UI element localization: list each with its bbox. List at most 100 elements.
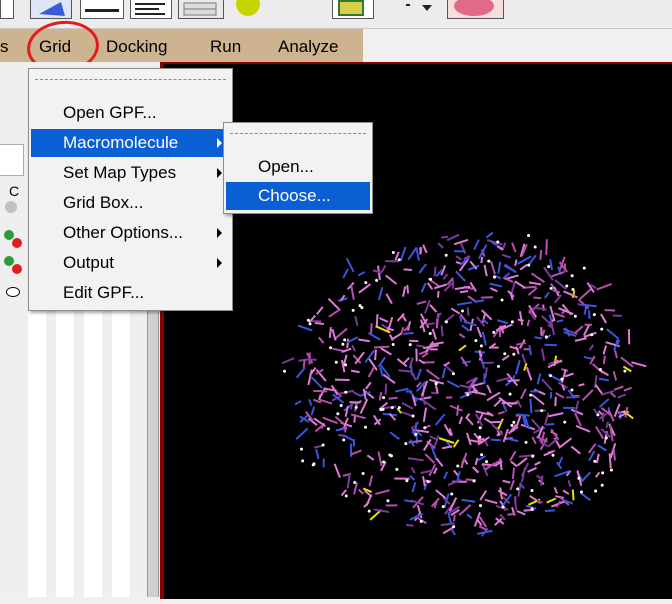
bond-line [417, 432, 422, 436]
hydrogen-atom [364, 281, 367, 284]
bond-line [330, 327, 331, 338]
panel-scrollbar[interactable] [147, 290, 159, 597]
bond-line [533, 297, 541, 298]
bond-line [296, 428, 308, 439]
bond-line [596, 427, 603, 439]
toolbar-button[interactable] [230, 0, 270, 18]
bond-line [521, 389, 526, 399]
visibility-dot-icon[interactable] [12, 238, 22, 248]
menu-item-other-options[interactable]: Other Options... [31, 219, 230, 247]
bond-line [565, 374, 573, 377]
hydrogen-atom [368, 510, 371, 513]
bond-line [455, 287, 470, 289]
bond-line [336, 329, 348, 339]
hydrogen-atom [601, 484, 604, 487]
menu-item-docking[interactable]: Docking [106, 37, 167, 57]
hydrogen-atom [322, 444, 325, 447]
bond-line [480, 351, 481, 357]
hydrogen-atom [593, 313, 596, 316]
bond-line [597, 454, 599, 463]
hydrogen-atom [485, 460, 488, 463]
menu-item-tools[interactable]: s [0, 37, 9, 57]
bond-line [520, 311, 522, 325]
bond-line [485, 500, 497, 503]
macromolecule-submenu: Open... Choose... [223, 122, 373, 214]
menu-tearoff[interactable] [230, 133, 366, 134]
bond-line [459, 345, 466, 350]
hydrogen-atom [405, 479, 408, 482]
bond-line [412, 482, 415, 492]
menu-item-open-gpf[interactable]: Open GPF... [31, 99, 230, 127]
bond-line [498, 491, 507, 496]
menu-item-set-map-types[interactable]: Set Map Types [31, 159, 230, 187]
bond-line [584, 325, 589, 335]
empty-oval-icon[interactable] [6, 287, 20, 297]
bond-line [416, 345, 424, 346]
bond-line [364, 502, 369, 508]
menu-item-grid-box[interactable]: Grid Box... [31, 189, 230, 217]
menu-item-run[interactable]: Run [210, 37, 241, 57]
bond-line [315, 426, 321, 432]
submenu-arrow-icon [217, 138, 222, 148]
hydrogen-atom [312, 463, 315, 466]
hydrogen-atom [478, 435, 481, 438]
hydrogen-atom [382, 408, 385, 411]
toolbar-button[interactable] [332, 0, 374, 19]
menu-item-open[interactable]: Open... [226, 153, 370, 181]
bond-line [529, 345, 530, 355]
hydrogen-atom [527, 234, 530, 237]
color-by-icon[interactable] [5, 201, 17, 213]
menu-item-analyze[interactable]: Analyze [278, 37, 338, 57]
hydrogen-atom [327, 427, 330, 430]
hydrogen-atom [301, 459, 304, 462]
bond-line [417, 369, 421, 380]
menu-item-output[interactable]: Output [31, 249, 230, 277]
bond-line [386, 294, 392, 304]
hydrogen-atom [512, 353, 515, 356]
bond-line [373, 509, 389, 512]
bond-line [507, 514, 514, 515]
bond-line [434, 267, 435, 277]
menu-item-choose[interactable]: Choose... [226, 182, 370, 210]
hydrogen-atom [580, 490, 583, 493]
bond-line [383, 406, 396, 408]
menu-item-macromolecule[interactable]: Macromolecule [31, 129, 230, 157]
bond-line [456, 256, 461, 260]
menu-tearoff[interactable] [35, 79, 226, 80]
bond-line [597, 284, 612, 290]
bond-line [355, 316, 357, 326]
hydrogen-atom [479, 426, 482, 429]
hydrogen-atom [593, 460, 596, 463]
bond-line [580, 289, 591, 299]
bond-line [304, 359, 305, 367]
bond-line [404, 269, 412, 270]
toolbar-button[interactable] [178, 0, 224, 19]
bond-line [569, 480, 571, 486]
menu-item-label: Grid Box... [63, 193, 143, 213]
hydrogen-atom [336, 412, 339, 415]
bond-line [380, 392, 382, 400]
bond-line [603, 345, 606, 354]
hydrogen-atom [343, 338, 346, 341]
bond-line [336, 429, 345, 431]
toolbar-button[interactable] [80, 0, 124, 19]
toolbar-button[interactable] [0, 0, 14, 19]
toolbar-button[interactable] [130, 0, 172, 19]
toolbar-button[interactable] [447, 0, 504, 19]
toolbar-button[interactable] [30, 0, 72, 19]
hydrogen-atom [300, 448, 303, 451]
bond-line [475, 512, 480, 526]
bond-line [611, 393, 616, 397]
dashboard-field[interactable] [0, 144, 24, 176]
visibility-dot-icon[interactable] [12, 264, 22, 274]
menu-item-edit-gpf[interactable]: Edit GPF... [31, 279, 230, 307]
hydrogen-atom [352, 309, 355, 312]
hydrogen-atom [527, 264, 530, 267]
bond-line [576, 426, 590, 432]
dropdown-button[interactable] [400, 0, 440, 18]
bond-line [359, 490, 364, 494]
hydrogen-atom [610, 469, 613, 472]
bond-line [520, 265, 527, 270]
hydrogen-atom [571, 288, 574, 291]
bond-line [544, 345, 557, 346]
